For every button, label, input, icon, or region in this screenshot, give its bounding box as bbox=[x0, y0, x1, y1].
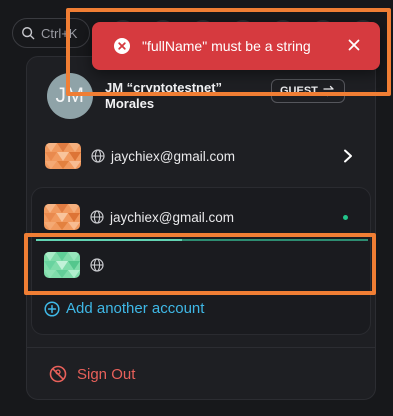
account-thumbnail bbox=[44, 204, 80, 230]
search-box[interactable]: Ctrl+K bbox=[12, 18, 90, 48]
account-thumbnail bbox=[45, 143, 81, 169]
account-switcher: jaychiex@gmail.com Add another account bbox=[31, 187, 371, 335]
sign-out-icon bbox=[49, 365, 67, 383]
globe-icon bbox=[91, 149, 105, 163]
sign-out-label: Sign Out bbox=[77, 365, 136, 383]
search-shortcut: Ctrl+K bbox=[41, 25, 78, 41]
avatar: JM bbox=[47, 73, 93, 119]
switch-progress-fill bbox=[36, 239, 183, 241]
toast-message: "fullName" must be a string bbox=[142, 38, 311, 54]
guest-badge-label: GUEST bbox=[280, 85, 318, 97]
error-x-circle-icon bbox=[114, 38, 130, 54]
error-toast: "fullName" must be a string bbox=[92, 22, 380, 70]
swap-arrows-icon bbox=[323, 85, 335, 97]
account-item[interactable]: jaychiex@gmail.com bbox=[45, 141, 357, 171]
profile-header: JM JM “cryptotestnet” Morales bbox=[47, 73, 265, 119]
globe-icon bbox=[90, 210, 104, 224]
account-email: jaychiex@gmail.com bbox=[110, 209, 234, 225]
sign-out-button[interactable]: Sign Out bbox=[49, 365, 135, 383]
divider bbox=[27, 347, 375, 348]
globe-icon bbox=[90, 258, 104, 272]
active-status-dot bbox=[343, 215, 348, 220]
account-thumbnail bbox=[44, 252, 80, 278]
guest-switch-button[interactable]: GUEST bbox=[271, 79, 345, 103]
close-icon[interactable] bbox=[348, 39, 360, 51]
search-icon bbox=[22, 27, 35, 40]
account-email: jaychiex@gmail.com bbox=[111, 148, 235, 164]
add-account-label: Add another account bbox=[66, 300, 205, 317]
page: Ctrl+K JM JM “cryptotestnet” Morales GUE… bbox=[0, 0, 393, 416]
account-dropdown: JM JM “cryptotestnet” Morales GUEST jayc… bbox=[26, 56, 376, 400]
account-item-loading[interactable] bbox=[44, 250, 360, 280]
profile-name: JM “cryptotestnet” Morales bbox=[105, 80, 223, 111]
plus-circle-icon bbox=[44, 300, 60, 317]
chevron-right-icon[interactable] bbox=[343, 149, 353, 163]
switch-progress-bar bbox=[36, 239, 368, 241]
account-item[interactable]: jaychiex@gmail.com bbox=[44, 202, 360, 232]
add-account-button[interactable]: Add another account bbox=[44, 300, 204, 317]
